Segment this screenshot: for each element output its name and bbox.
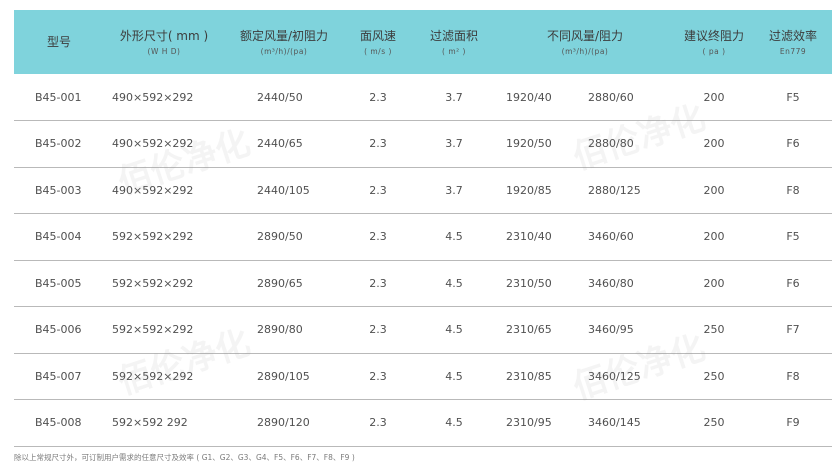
cell-size: 592×592 292 bbox=[112, 416, 188, 430]
cell-velocity: 2.3 bbox=[369, 183, 387, 197]
cell-velocity: 2.3 bbox=[369, 137, 387, 151]
table-row: B45-005 592×592×292 2890/65 2.3 4.5 2310… bbox=[14, 260, 833, 307]
cell-area: 3.7 bbox=[445, 90, 463, 104]
spec-table: 型号 外形尺寸( mm ) (W H D) 额定风量/初阻力 (m³/h)/(p… bbox=[14, 10, 833, 447]
col-header-airflow: 额定风量/初阻力 (m³/h)/(pa) bbox=[239, 28, 329, 56]
cell-velocity: 2.3 bbox=[369, 323, 387, 337]
cell-flow-high: 3460/60 bbox=[588, 230, 634, 244]
cell-efficiency: F6 bbox=[786, 276, 800, 290]
cell-area: 4.5 bbox=[445, 323, 463, 337]
table-row: B45-006 592×592×292 2890/80 2.3 4.5 2310… bbox=[14, 307, 833, 353]
cell-velocity: 2.3 bbox=[369, 416, 387, 430]
cell-efficiency: F7 bbox=[786, 323, 800, 337]
footnote: 除以上常规尺寸外，可订制用户需求的任意尺寸及效率 ( G1、G2、G3、G4、F… bbox=[14, 453, 355, 462]
cell-efficiency: F5 bbox=[786, 90, 800, 104]
cell-model: B45-008 bbox=[35, 416, 82, 430]
cell-final-resistance: 200 bbox=[703, 183, 725, 197]
col-header-velocity: 面风速 ( m/s ) bbox=[359, 28, 396, 56]
cell-final-resistance: 200 bbox=[703, 137, 725, 151]
cell-area: 3.7 bbox=[445, 183, 463, 197]
col-header-area: 过滤面积 ( m² ) bbox=[429, 28, 478, 56]
table-row: B45-001 490×592×292 2440/50 2.3 3.7 1920… bbox=[14, 74, 833, 121]
cell-size: 592×592×292 bbox=[112, 369, 194, 383]
cell-airflow: 2440/50 bbox=[257, 90, 303, 104]
cell-model: B45-001 bbox=[35, 90, 82, 104]
cell-size: 592×592×292 bbox=[112, 276, 194, 290]
cell-airflow: 2890/120 bbox=[257, 416, 310, 430]
cell-flow-high: 2880/80 bbox=[588, 137, 634, 151]
cell-efficiency: F5 bbox=[786, 230, 800, 244]
col-header-size: 外形尺寸( mm ) (W H D) bbox=[119, 28, 209, 56]
table-row: B45-004 592×592×292 2890/50 2.3 4.5 2310… bbox=[14, 214, 833, 260]
cell-flow-low: 2310/85 bbox=[506, 369, 552, 383]
col-header-final-resistance: 建议终阻力 ( pa ) bbox=[684, 28, 745, 56]
cell-final-resistance: 250 bbox=[703, 416, 725, 430]
cell-flow-low: 2310/40 bbox=[506, 230, 552, 244]
cell-velocity: 2.3 bbox=[369, 230, 387, 244]
cell-flow-low: 1920/85 bbox=[506, 183, 552, 197]
cell-flow-low: 2310/95 bbox=[506, 416, 552, 430]
cell-final-resistance: 200 bbox=[703, 276, 725, 290]
col-header-variable-airflow: 不同风量/阻力 (m³/h)/(pa) bbox=[546, 28, 624, 56]
cell-model: B45-007 bbox=[35, 369, 82, 383]
cell-flow-low: 2310/65 bbox=[506, 323, 552, 337]
table-row: B45-003 490×592×292 2440/105 2.3 3.7 192… bbox=[14, 167, 833, 214]
cell-size: 490×592×292 bbox=[112, 90, 194, 104]
cell-velocity: 2.3 bbox=[369, 276, 387, 290]
cell-size: 592×592×292 bbox=[112, 230, 194, 244]
cell-airflow: 2890/65 bbox=[257, 276, 303, 290]
cell-flow-high: 3460/125 bbox=[588, 369, 641, 383]
cell-airflow: 2440/105 bbox=[257, 183, 310, 197]
cell-flow-high: 2880/125 bbox=[588, 183, 641, 197]
header-row: 型号 外形尺寸( mm ) (W H D) 额定风量/初阻力 (m³/h)/(p… bbox=[14, 10, 833, 74]
cell-area: 4.5 bbox=[445, 230, 463, 244]
table-row: B45-002 490×592×292 2440/65 2.3 3.7 1920… bbox=[14, 121, 833, 167]
cell-model: B45-003 bbox=[35, 183, 82, 197]
cell-area: 3.7 bbox=[445, 137, 463, 151]
cell-model: B45-005 bbox=[35, 276, 82, 290]
cell-final-resistance: 250 bbox=[703, 369, 725, 383]
table-row: B45-008 592×592 292 2890/120 2.3 4.5 231… bbox=[14, 400, 833, 446]
cell-airflow: 2890/105 bbox=[257, 369, 310, 383]
cell-area: 4.5 bbox=[445, 416, 463, 430]
cell-model: B45-006 bbox=[35, 323, 82, 337]
cell-efficiency: F9 bbox=[786, 416, 800, 430]
table-row: B45-007 592×592×292 2890/105 2.3 4.5 231… bbox=[14, 353, 833, 400]
cell-size: 490×592×292 bbox=[112, 183, 194, 197]
cell-flow-low: 2310/50 bbox=[506, 276, 552, 290]
cell-flow-high: 3460/80 bbox=[588, 276, 634, 290]
cell-velocity: 2.3 bbox=[369, 90, 387, 104]
cell-size: 490×592×292 bbox=[112, 137, 194, 151]
cell-velocity: 2.3 bbox=[369, 369, 387, 383]
cell-model: B45-002 bbox=[35, 137, 82, 151]
cell-final-resistance: 200 bbox=[703, 230, 725, 244]
cell-flow-low: 1920/40 bbox=[506, 90, 552, 104]
cell-flow-high: 2880/60 bbox=[588, 90, 634, 104]
col-header-efficiency: 过滤效率 En779 bbox=[769, 28, 818, 56]
cell-airflow: 2890/50 bbox=[257, 230, 303, 244]
cell-final-resistance: 250 bbox=[703, 323, 725, 337]
cell-area: 4.5 bbox=[445, 276, 463, 290]
cell-airflow: 2890/80 bbox=[257, 323, 303, 337]
cell-model: B45-004 bbox=[35, 230, 82, 244]
cell-final-resistance: 200 bbox=[703, 90, 725, 104]
cell-airflow: 2440/65 bbox=[257, 137, 303, 151]
cell-efficiency: F8 bbox=[786, 183, 800, 197]
cell-efficiency: F8 bbox=[786, 369, 800, 383]
cell-size: 592×592×292 bbox=[112, 323, 194, 337]
cell-efficiency: F6 bbox=[786, 137, 800, 151]
cell-flow-high: 3460/95 bbox=[588, 323, 634, 337]
cell-area: 4.5 bbox=[445, 369, 463, 383]
cell-flow-high: 3460/145 bbox=[588, 416, 641, 430]
col-header-model: 型号 bbox=[46, 35, 71, 49]
cell-flow-low: 1920/50 bbox=[506, 137, 552, 151]
